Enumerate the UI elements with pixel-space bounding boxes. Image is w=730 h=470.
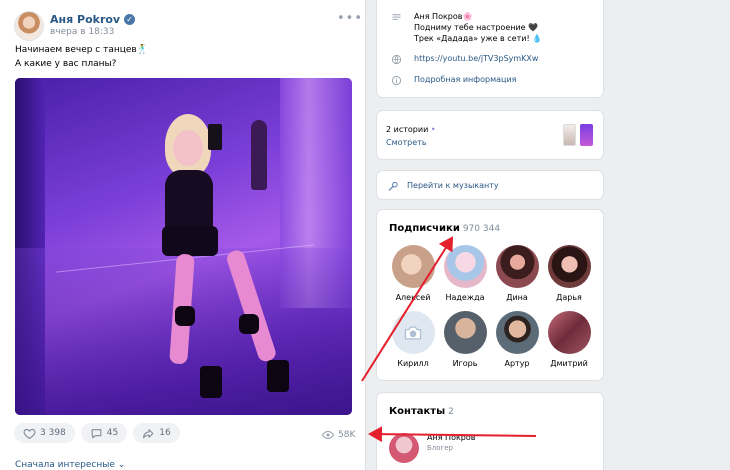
website-link[interactable]: https://youtu.be/jTV3pSymKXw [414,53,538,64]
like-button[interactable]: 3 398 [14,423,75,443]
post-text-line: А какие у вас планы? [15,59,117,69]
photo-boot [200,366,222,398]
microphone-icon [388,181,398,191]
post-time[interactable]: вчера в 18:33 [50,27,114,37]
subscriber-avatar[interactable] [495,311,539,354]
post-views: 58K [322,429,355,441]
story-thumbnail[interactable] [563,124,576,146]
subscribers-title-label[interactable]: Подписчики [389,223,460,234]
post-photo[interactable] [15,78,352,415]
author-avatar[interactable] [14,11,44,41]
subscriber-item[interactable]: Дарья [543,245,595,302]
music-card[interactable]: Перейти к музыканту [376,170,604,200]
subscriber-name[interactable]: Дарья [556,293,582,302]
contacts-card: Контакты 2 Аня Покров Блогер [376,392,604,470]
comments-sort-toggle[interactable]: Сначала интересные ⌄ [15,460,125,470]
more-options-icon[interactable]: ••• [337,12,363,25]
photo-background-person [251,120,267,190]
post-text: Начинаем вечер с танцев🕺 А какие у вас п… [15,43,148,71]
comment-count: 45 [106,428,119,438]
subscriber-name[interactable]: Дмитрий [550,359,588,368]
subscriber-avatar[interactable] [391,311,435,354]
eye-icon [322,430,334,440]
status-line: Трек «Дадада» уже в сети! 💧 [414,34,543,43]
stories-new-dot: • [430,125,436,134]
photo-kneepad [175,306,195,326]
music-row[interactable]: Перейти к музыканту [388,180,499,192]
info-icon [391,75,402,86]
comment-icon [91,428,102,438]
subscriber-item[interactable]: Кирилл [387,311,439,368]
views-count: 58K [338,430,356,440]
details-row: Подробная информация [391,74,516,86]
website-row: https://youtu.be/jTV3pSymKXw [391,53,538,65]
post-text-line: Начинаем вечер с танцев🕺 [15,45,148,55]
subscriber-avatar[interactable] [547,245,591,288]
music-link[interactable]: Перейти к музыканту [407,180,499,191]
photo-face [173,130,203,166]
subscriber-avatar[interactable] [443,311,487,354]
subscribers-count: 970 344 [462,224,501,234]
chevron-down-icon: ⌄ [117,460,126,470]
subscribers-grid: Алексей Надежда Дина Дарья Кирилл Игорь … [387,245,597,368]
subscriber-avatar[interactable] [495,245,539,288]
stories-watch-link[interactable]: Смотреть [386,138,427,147]
status-line: Подниму тебе настроение 🖤 [414,23,539,32]
status-row: Аня Покров🌸 Подниму тебе настроение 🖤 Тр… [391,11,542,44]
contacts-count: 2 [448,407,454,417]
story-thumbnail[interactable] [580,124,593,146]
contact-info: Аня Покров Блогер [427,433,476,452]
photo-boot [267,360,289,392]
subscriber-item[interactable]: Дмитрий [543,311,595,368]
post-actions: 3 398 45 16 [14,423,180,443]
stories-count-label: 2 истории [386,125,429,134]
post-card: Аня Pokrov ✓ вчера в 18:33 ••• Начинаем … [0,0,366,470]
subscriber-name[interactable]: Алексей [396,293,431,302]
contact-avatar[interactable] [389,433,419,463]
subscriber-item[interactable]: Алексей [387,245,439,302]
profile-status: Аня Покров🌸 Подниму тебе настроение 🖤 Тр… [414,11,542,44]
contact-role: Блогер [427,444,453,452]
author-name[interactable]: Аня Pokrov [50,13,120,26]
heart-icon [23,428,36,439]
subscriber-item[interactable]: Надежда [439,245,491,302]
like-count: 3 398 [40,428,66,438]
subscriber-avatar[interactable] [391,245,435,288]
share-icon [143,428,154,438]
comment-button[interactable]: 45 [80,423,128,443]
details-link[interactable]: Подробная информация [414,74,516,85]
sort-label[interactable]: Сначала интересные [15,460,115,470]
photo-kneepad [239,314,259,334]
contacts-title[interactable]: Контакты 2 [389,406,454,417]
verified-icon: ✓ [124,14,136,25]
subscriber-name[interactable]: Кирилл [397,359,428,368]
share-count: 16 [159,428,171,438]
contacts-title-label[interactable]: Контакты [389,406,445,417]
post-author[interactable]: Аня Pokrov ✓ [50,13,136,26]
subscriber-name[interactable]: Игорь [453,359,478,368]
profile-info-card: Аня Покров🌸 Подниму тебе настроение 🖤 Тр… [376,0,604,98]
subscribers-title[interactable]: Подписчики 970 344 [389,223,500,234]
text-lines-icon [392,14,401,20]
subscriber-name[interactable]: Дина [506,293,528,302]
globe-icon [391,54,402,65]
contact-item[interactable]: Аня Покров Блогер [389,433,476,463]
subscriber-avatar[interactable] [443,245,487,288]
status-line: Аня Покров🌸 [414,12,473,21]
subscribers-card: Подписчики 970 344 Алексей Надежда Дина Д… [376,209,604,381]
subscriber-avatar[interactable] [547,311,591,354]
stories-count: 2 истории • [386,125,436,134]
contact-name[interactable]: Аня Покров [427,433,476,442]
subscriber-item[interactable]: Игорь [439,311,491,368]
subscriber-name[interactable]: Артур [504,359,529,368]
share-button[interactable]: 16 [133,423,180,443]
subscriber-item[interactable]: Дина [491,245,543,302]
photo-phone [208,124,222,150]
subscriber-name[interactable]: Надежда [445,293,484,302]
subscriber-item[interactable]: Артур [491,311,543,368]
photo-shorts [162,226,218,256]
camera-icon [404,326,422,339]
stories-card[interactable]: 2 истории • Смотреть [376,110,604,160]
